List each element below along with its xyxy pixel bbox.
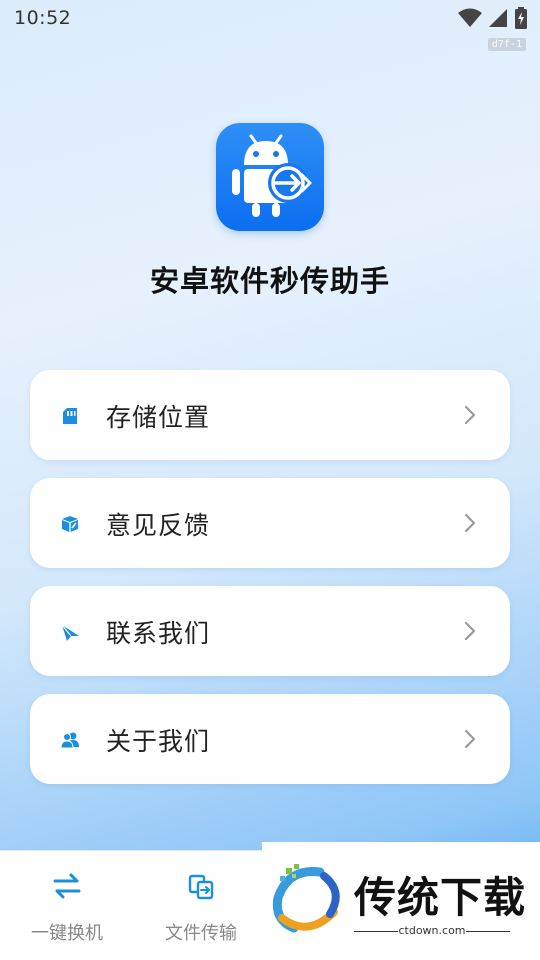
chevron-right-icon — [464, 405, 476, 425]
watermark-text: 传统下载 — [354, 873, 527, 922]
status-bar: 10:52 — [0, 0, 540, 36]
menu-item-storage-location[interactable]: 存储位置 — [30, 370, 510, 460]
divider — [466, 931, 510, 932]
menu-item-contact-us[interactable]: 联系我们 — [30, 586, 510, 676]
watermark: 传统下载 ctdown.com — [262, 842, 540, 960]
chevron-right-icon — [464, 621, 476, 641]
nav-tab-file-transfer[interactable]: 文件传输 — [134, 851, 268, 960]
menu-item-about-us[interactable]: 关于我们 — [30, 694, 510, 784]
file-transfer-icon — [188, 874, 214, 900]
users-icon — [60, 732, 79, 749]
nav-tab-label: 文件传输 — [165, 923, 237, 944]
feedback-icon — [62, 516, 78, 532]
ctdown-logo-icon — [272, 864, 340, 933]
app-logo — [216, 123, 324, 231]
nav-tab-label: 一键换机 — [31, 923, 103, 944]
battery-charging-icon — [515, 7, 527, 29]
menu-item-feedback[interactable]: 意见反馈 — [30, 478, 510, 568]
swap-icon — [53, 873, 81, 899]
storage-icon — [63, 408, 77, 424]
signal-icon — [489, 9, 507, 27]
status-icons — [458, 7, 528, 29]
send-icon — [61, 624, 79, 641]
app-title: 安卓软件秒传助手 — [149, 264, 390, 298]
wifi-icon — [458, 8, 482, 27]
android-transfer-icon — [232, 134, 312, 217]
menu-item-label: 联系我们 — [106, 619, 211, 648]
build-tag: d7f-1 — [487, 38, 526, 51]
status-time: 10:52 — [14, 7, 72, 29]
chevron-right-icon — [464, 729, 476, 749]
menu-item-label: 关于我们 — [106, 727, 211, 756]
nav-tab-one-click-switch[interactable]: 一键换机 — [0, 851, 134, 960]
menu-item-label: 存储位置 — [106, 403, 211, 432]
menu-item-label: 意见反馈 — [106, 511, 211, 540]
chevron-right-icon — [464, 513, 476, 533]
